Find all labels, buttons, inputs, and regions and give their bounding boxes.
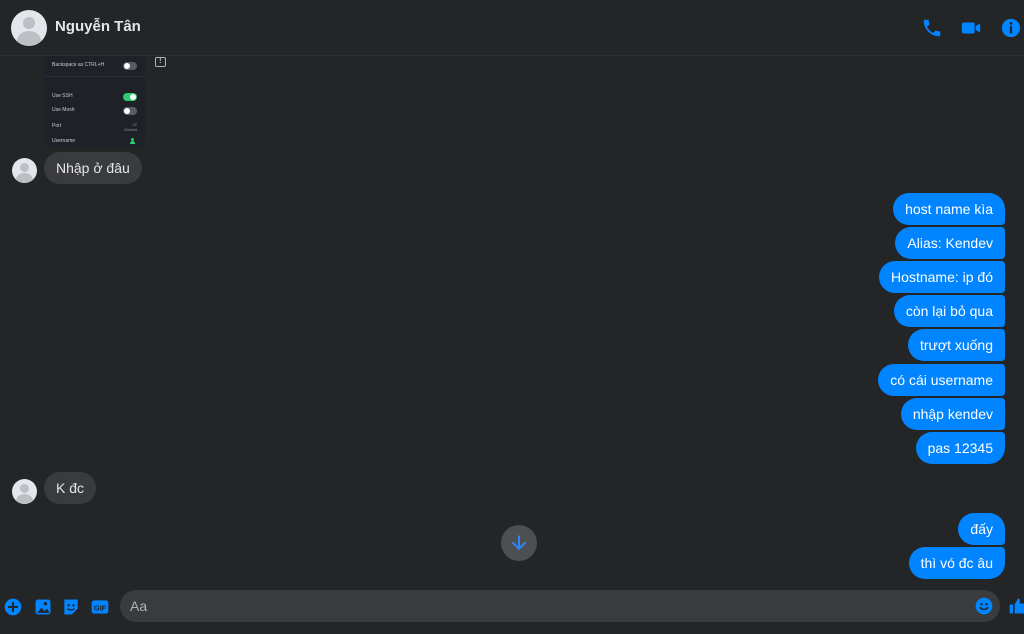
outgoing-message[interactable]: có cái username bbox=[878, 364, 1005, 396]
image-row-backspace: Backspace as CTRL+H bbox=[44, 59, 145, 73]
outgoing-message[interactable]: nhập kendev bbox=[900, 398, 1005, 430]
shared-image[interactable]: Backspace as CTRL+H Use SSH Use Mosh Por… bbox=[44, 56, 145, 148]
sticker-icon[interactable] bbox=[61, 597, 81, 617]
outgoing-message[interactable]: thì vó đc âu bbox=[908, 547, 1005, 579]
plus-circle-icon[interactable] bbox=[3, 597, 23, 617]
outgoing-message[interactable]: còn lại bỏ qua bbox=[893, 295, 1005, 327]
emoji-icon[interactable] bbox=[974, 596, 994, 616]
gif-icon[interactable]: GIF bbox=[90, 597, 110, 617]
conversation-header: Nguyễn Tân bbox=[0, 0, 1024, 56]
svg-text:GIF: GIF bbox=[94, 603, 107, 612]
video-camera-icon[interactable] bbox=[960, 17, 982, 39]
arrow-down-icon bbox=[512, 535, 526, 550]
incoming-message[interactable]: Nhập ở đâu bbox=[44, 152, 142, 184]
image-row-use-ssh: Use SSH bbox=[44, 90, 145, 104]
contact-avatar-small bbox=[12, 479, 37, 504]
phone-icon[interactable] bbox=[921, 17, 943, 39]
incoming-message[interactable]: K đc bbox=[44, 472, 97, 504]
contact-name[interactable]: Nguyễn Tân bbox=[55, 18, 141, 35]
message-input-container[interactable] bbox=[120, 590, 1000, 622]
scroll-to-bottom-button[interactable] bbox=[501, 525, 537, 561]
info-icon[interactable] bbox=[1000, 17, 1022, 39]
outgoing-message[interactable]: Alias: Kendev bbox=[895, 227, 1005, 259]
contact-avatar[interactable] bbox=[11, 10, 47, 46]
image-row-username: Username bbox=[44, 135, 145, 148]
outgoing-message[interactable]: đấy bbox=[958, 513, 1005, 545]
outgoing-message[interactable]: trượt xuống bbox=[907, 329, 1005, 361]
image-row-port: Port 22 Default bbox=[52, 122, 137, 132]
image-icon[interactable] bbox=[33, 597, 53, 617]
image-row-use-mosh: Use Mosh bbox=[44, 104, 145, 118]
thumbs-up-icon[interactable] bbox=[1008, 596, 1024, 616]
outgoing-message[interactable]: pas 12345 bbox=[915, 432, 1005, 464]
contact-avatar-small bbox=[12, 158, 37, 183]
message-input[interactable] bbox=[130, 590, 970, 622]
report-icon[interactable] bbox=[155, 56, 166, 67]
outgoing-message[interactable]: Hostname: ip đó bbox=[879, 261, 1005, 293]
outgoing-message[interactable]: host name kìa bbox=[893, 193, 1005, 225]
